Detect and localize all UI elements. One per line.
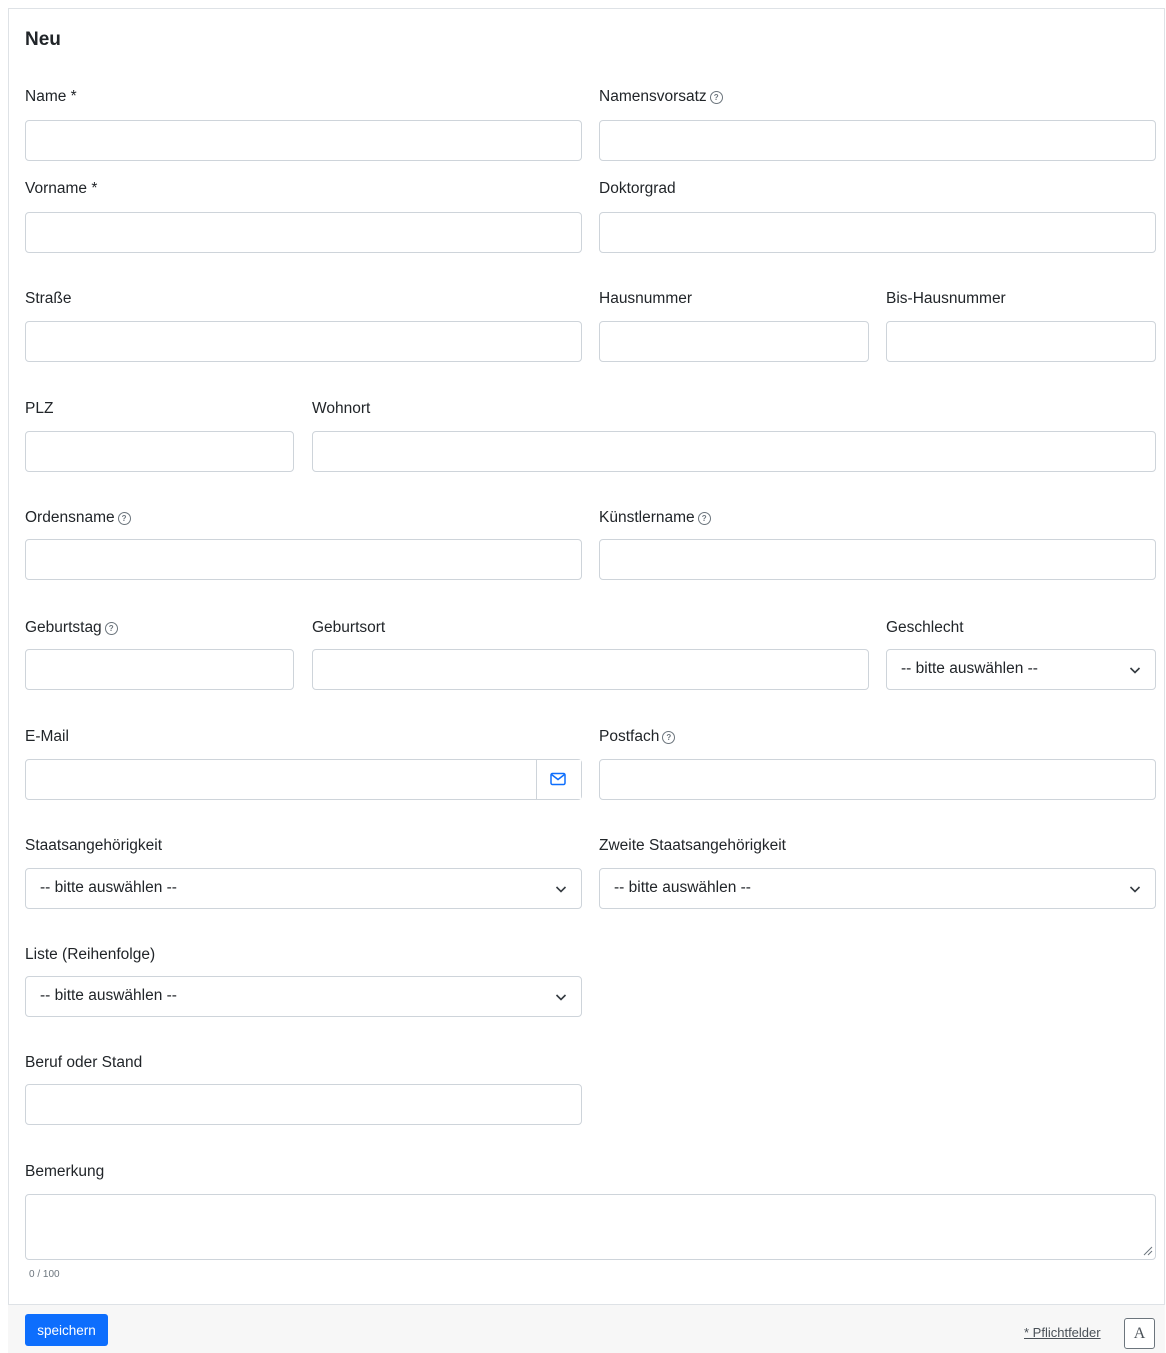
- form-footer: [8, 1304, 1165, 1353]
- namensvorsatz-label: Namensvorsatz?: [599, 88, 723, 106]
- ordensname-label: Ordensname?: [25, 509, 131, 527]
- question-circle-icon[interactable]: ?: [117, 512, 131, 525]
- kuenstlername-input[interactable]: [599, 539, 1156, 580]
- geburtstag-label: Geburtstag?: [25, 619, 118, 637]
- beruf-input[interactable]: [25, 1084, 582, 1125]
- zweite-staatsangehoerigkeit-label: Zweite Staatsangehörigkeit: [599, 837, 786, 854]
- postfach-input[interactable]: [599, 759, 1156, 800]
- liste-selected-value: -- bitte auswählen --: [40, 987, 177, 1004]
- geburtsort-label: Geburtsort: [312, 619, 386, 636]
- beruf-label: Beruf oder Stand: [25, 1054, 143, 1071]
- doktorgrad-input[interactable]: [599, 212, 1156, 253]
- geburtsort-input[interactable]: [312, 649, 869, 690]
- question-circle-icon[interactable]: ?: [697, 512, 711, 525]
- character-counter: 0 / 100: [29, 1269, 60, 1280]
- chevron-down-icon: [555, 994, 567, 1001]
- strasse-label: Straße: [25, 290, 72, 307]
- bis-hausnummer-label: Bis-Hausnummer: [886, 290, 1006, 307]
- kuenstlername-label: Künstlername?: [599, 509, 711, 527]
- hausnummer-label: Hausnummer: [599, 290, 693, 307]
- liste-label: Liste (Reihenfolge): [25, 946, 156, 963]
- liste-select[interactable]: -- bitte auswählen --: [25, 976, 582, 1017]
- font-size-toggle-button[interactable]: A: [1124, 1318, 1155, 1349]
- chevron-down-icon: [1129, 886, 1141, 893]
- name-label: Name *: [25, 88, 77, 105]
- strasse-input[interactable]: [25, 321, 582, 362]
- bemerkung-label: Bemerkung: [25, 1163, 105, 1180]
- staatsangehoerigkeit-label: Staatsangehörigkeit: [25, 837, 163, 854]
- hausnummer-input[interactable]: [599, 321, 869, 362]
- email-input-group: [25, 759, 582, 800]
- email-button[interactable]: [536, 760, 581, 799]
- geburtstag-input[interactable]: [25, 649, 294, 690]
- staatsangehoerigkeit-select[interactable]: -- bitte auswählen --: [25, 868, 582, 909]
- email-input[interactable]: [26, 760, 537, 799]
- form-title: Neu: [25, 29, 61, 50]
- doktorgrad-label: Doktorgrad: [599, 180, 676, 197]
- zweite-staatsangehoerigkeit-select[interactable]: -- bitte auswählen --: [599, 868, 1156, 909]
- chevron-down-icon: [555, 886, 567, 893]
- geschlecht-label: Geschlecht: [886, 619, 964, 636]
- bis-hausnummer-input[interactable]: [886, 321, 1156, 362]
- bemerkung-textarea[interactable]: [25, 1194, 1156, 1260]
- zweite-staatsangehoerigkeit-selected-value: -- bitte auswählen --: [614, 879, 751, 896]
- question-circle-icon[interactable]: ?: [662, 731, 676, 744]
- envelope-icon: [550, 772, 566, 786]
- vorname-label: Vorname *: [25, 180, 98, 197]
- plz-label: PLZ: [25, 400, 54, 417]
- postfach-label: Postfach?: [599, 728, 676, 746]
- wohnort-label: Wohnort: [312, 400, 371, 417]
- wohnort-input[interactable]: [312, 431, 1156, 472]
- plz-input[interactable]: [25, 431, 294, 472]
- vorname-input[interactable]: [25, 212, 582, 253]
- save-button[interactable]: speichern: [25, 1314, 108, 1346]
- ordensname-input[interactable]: [25, 539, 582, 580]
- question-circle-icon[interactable]: ?: [104, 622, 118, 635]
- email-label: E-Mail: [25, 728, 69, 745]
- geschlecht-selected-value: -- bitte auswählen --: [901, 660, 1038, 677]
- question-circle-icon[interactable]: ?: [709, 91, 723, 104]
- geschlecht-select[interactable]: -- bitte auswählen --: [886, 649, 1156, 690]
- required-fields-link[interactable]: * Pflichtfelder: [1024, 1325, 1101, 1340]
- namensvorsatz-input[interactable]: [599, 120, 1156, 161]
- name-input[interactable]: [25, 120, 582, 161]
- staatsangehoerigkeit-selected-value: -- bitte auswählen --: [40, 879, 177, 896]
- chevron-down-icon: [1129, 667, 1141, 674]
- resize-handle-icon[interactable]: [1141, 1244, 1153, 1256]
